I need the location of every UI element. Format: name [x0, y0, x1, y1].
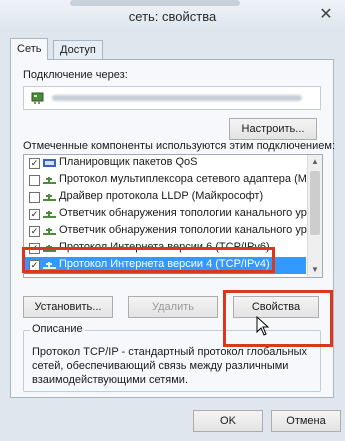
network-tab-panel: Подключение через: Настроить... Отмеченн…	[10, 59, 336, 398]
tab-sharing[interactable]: Доступ	[53, 40, 103, 59]
protocol-icon	[43, 211, 56, 218]
blurred-adapter-name	[52, 95, 302, 101]
list-item[interactable]: ✓ Ответчик обнаружения топологии канальн…	[24, 223, 319, 240]
list-item[interactable]: Протокол мультиплексора сетевого адаптер…	[24, 172, 319, 189]
tab-network[interactable]: Сеть	[10, 38, 49, 60]
protocol-icon	[43, 194, 56, 201]
uninstall-button[interactable]: Удалить	[128, 296, 218, 318]
scroll-thumb[interactable]	[310, 171, 320, 235]
configure-button[interactable]: Настроить...	[229, 118, 317, 140]
component-checkbox[interactable]: ✓	[29, 158, 40, 169]
scroll-up-icon[interactable]: ▲	[308, 155, 322, 169]
adapter-field	[23, 86, 321, 110]
component-label: Ответчик обнаружения топологии канальног…	[59, 207, 319, 219]
scroll-down-icon[interactable]: ▼	[308, 263, 322, 277]
component-label: Ответчик обнаружения топологии канальног…	[59, 224, 319, 236]
list-scrollbar[interactable]: ▲ ▼	[307, 155, 322, 277]
component-label: Планировщик пакетов QoS	[59, 156, 198, 168]
description-legend: Описание	[30, 323, 85, 335]
cancel-button[interactable]: Отмена	[271, 410, 341, 432]
network-adapter-icon	[31, 92, 44, 104]
protocol-icon	[43, 228, 56, 235]
components-label: Отмеченные компоненты используются этим …	[23, 140, 336, 152]
component-checkbox[interactable]: ✓	[29, 209, 40, 220]
component-label: Протокол мультиплексора сетевого адаптер…	[59, 173, 320, 185]
highlight-properties-annotation	[223, 290, 333, 347]
blurred-title-region	[70, 0, 240, 6]
list-item[interactable]: ✓ Планировщик пакетов QoS	[24, 155, 306, 172]
component-label: Драйвер протокола LLDP (Майкрософт)	[59, 190, 264, 202]
ok-button[interactable]: OK	[193, 410, 263, 432]
mouse-pointer-icon	[256, 316, 270, 336]
list-item[interactable]: ✓ Ответчик обнаружения топологии канальн…	[24, 206, 319, 223]
list-item[interactable]: Драйвер протокола LLDP (Майкрософт)	[24, 189, 306, 206]
description-text: Протокол TCP/IP - стандартный протокол г…	[32, 346, 307, 386]
title-bar: сеть: свойства ✕	[0, 0, 345, 32]
install-button[interactable]: Установить...	[23, 296, 113, 318]
close-icon[interactable]: ✕	[317, 6, 335, 24]
protocol-icon	[43, 177, 56, 184]
properties-dialog: сеть: свойства ✕ Сеть Доступ Подключение…	[0, 0, 345, 441]
component-checkbox[interactable]	[29, 192, 40, 203]
window-title: сеть: свойства	[128, 9, 217, 24]
highlight-tcpipv4-annotation	[22, 247, 275, 273]
component-checkbox[interactable]	[29, 175, 40, 186]
qos-scheduler-icon	[43, 159, 56, 167]
connect-using-label: Подключение через:	[23, 69, 128, 81]
component-checkbox[interactable]: ✓	[29, 226, 40, 237]
